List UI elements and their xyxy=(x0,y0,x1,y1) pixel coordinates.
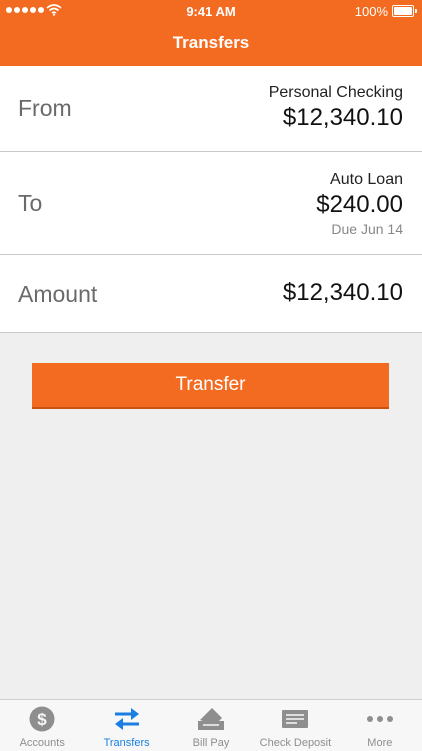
status-bar: 9:41 AM 100% xyxy=(0,0,422,22)
from-account-row[interactable]: From Personal Checking $12,340.10 xyxy=(0,66,422,152)
tab-more-label: More xyxy=(367,737,393,749)
transfer-button[interactable]: Transfer xyxy=(32,363,389,409)
from-label: From xyxy=(18,95,72,121)
to-account-row[interactable]: To Auto Loan $240.00 Due Jun 14 xyxy=(0,152,422,255)
tab-transfers[interactable]: Transfers xyxy=(84,700,168,751)
tab-bill-pay-label: Bill Pay xyxy=(192,737,230,749)
tab-check-deposit[interactable]: Check Deposit xyxy=(253,700,337,751)
to-account-name: Auto Loan xyxy=(330,171,403,188)
tab-bar: $ Accounts Transfers Bill Pay Check Depo… xyxy=(0,699,422,751)
tab-more[interactable]: More xyxy=(338,700,422,751)
tab-bill-pay[interactable]: Bill Pay xyxy=(169,700,253,751)
to-due-date: Due Jun 14 xyxy=(331,221,403,237)
tab-check-deposit-label: Check Deposit xyxy=(259,737,332,749)
battery-percent: 100% xyxy=(354,4,388,19)
amount-row[interactable]: Amount $12,340.10 xyxy=(0,255,422,333)
tab-accounts-label: Accounts xyxy=(19,737,65,749)
check-icon xyxy=(282,710,309,728)
from-account-balance: $12,340.10 xyxy=(282,104,403,131)
dollar-circle-icon: $ xyxy=(29,706,55,732)
page-title: Transfers xyxy=(172,33,250,52)
transfer-arrows-icon xyxy=(114,708,139,730)
amount-label: Amount xyxy=(18,281,98,307)
more-dots-icon xyxy=(366,716,393,722)
to-label: To xyxy=(18,190,43,216)
tab-transfers-label: Transfers xyxy=(103,737,150,749)
bill-pay-icon xyxy=(198,708,225,730)
header: 9:41 AM 100% Transfers xyxy=(0,0,422,66)
svg-text:$: $ xyxy=(37,710,47,729)
from-account-name: Personal Checking xyxy=(268,84,403,101)
amount-value: $12,340.10 xyxy=(282,279,403,306)
to-account-amount: $240.00 xyxy=(316,191,403,218)
tab-accounts[interactable]: $ Accounts xyxy=(0,700,84,751)
battery-icon xyxy=(392,5,417,17)
